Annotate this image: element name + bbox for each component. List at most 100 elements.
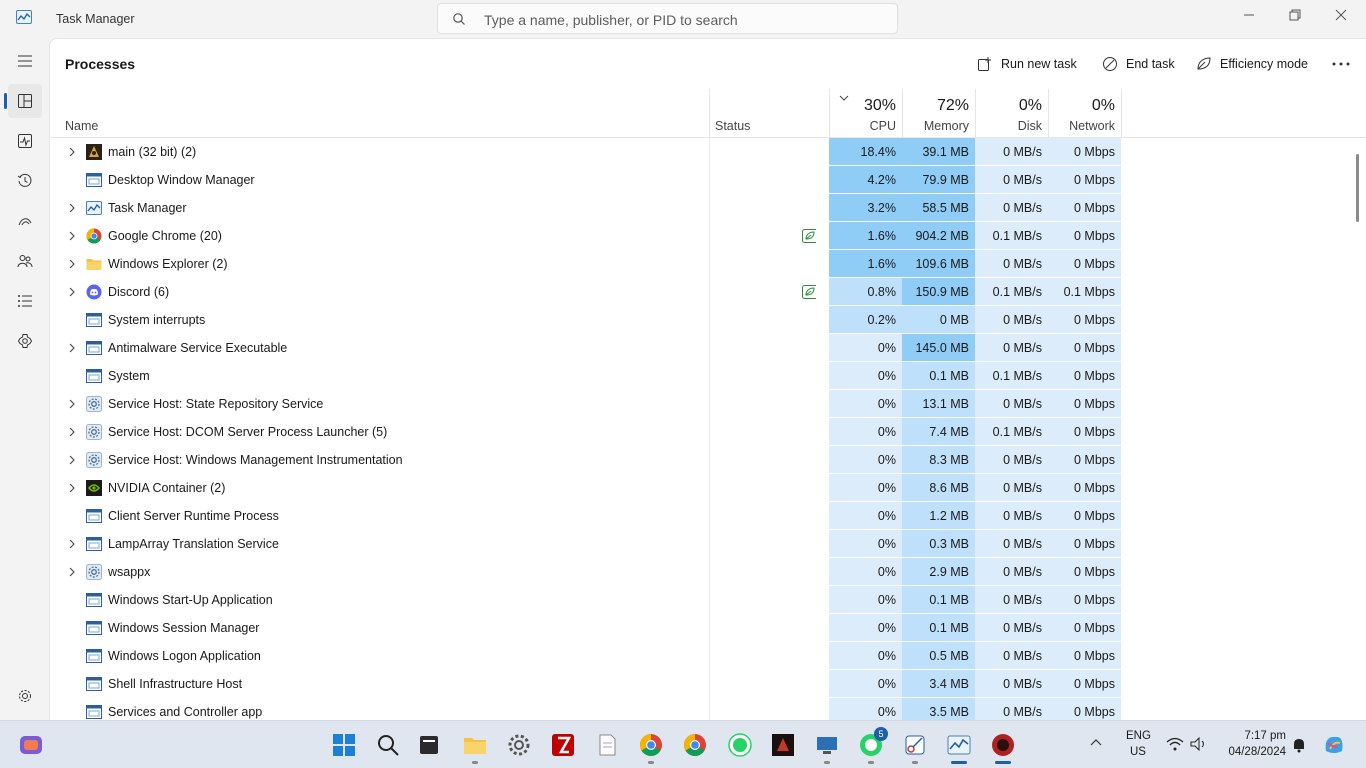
network-cell: 0 Mbps bbox=[1048, 138, 1121, 166]
table-row[interactable]: Windows Start-Up Application 0% 0.1 MB 0 MB… bbox=[50, 586, 1350, 614]
taskbar-app-chrome-profile[interactable] bbox=[682, 732, 708, 758]
copilot-icon[interactable] bbox=[1322, 733, 1346, 760]
column-divider[interactable] bbox=[1121, 89, 1122, 138]
chevron-right-icon[interactable] bbox=[67, 426, 77, 438]
table-row[interactable]: Desktop Window Manager 4.2% 79.9 MB 0 MB/s 0… bbox=[50, 166, 1350, 194]
end-task-button[interactable]: End task bbox=[1102, 54, 1175, 74]
nav-settings[interactable] bbox=[8, 679, 42, 713]
nav-startup-apps[interactable] bbox=[8, 204, 42, 238]
table-row[interactable]: Service Host: Windows Management Instrum… bbox=[50, 446, 1350, 474]
process-name: System interrupts bbox=[108, 313, 206, 327]
table-row[interactable]: LampArray Translation Service 0% 0.3 MB 0 M… bbox=[50, 530, 1350, 558]
chevron-right-icon[interactable] bbox=[67, 398, 77, 410]
taskbar-app-chrome[interactable] bbox=[638, 732, 664, 758]
taskbar-app-notepad[interactable] bbox=[594, 732, 620, 758]
game-icon bbox=[772, 734, 794, 756]
network-cell: 0 Mbps bbox=[1048, 614, 1121, 642]
language-indicator[interactable]: ENG bbox=[1126, 730, 1151, 742]
chevron-right-icon[interactable] bbox=[67, 342, 77, 354]
table-row[interactable]: Task Manager 3.2% 58.5 MB 0 MB/s 0 Mbps bbox=[50, 194, 1350, 222]
table-row[interactable]: Windows Logon Application 0% 0.5 MB 0 MB/s 0… bbox=[50, 642, 1350, 670]
column-memory[interactable]: Memory bbox=[902, 119, 969, 133]
taskbar-app-file-explorer[interactable] bbox=[462, 732, 488, 758]
column-status[interactable]: Status bbox=[715, 119, 750, 133]
taskbar-app-search[interactable] bbox=[375, 732, 401, 758]
widgets-button[interactable] bbox=[18, 732, 44, 758]
column-network[interactable]: Network bbox=[1048, 119, 1115, 133]
show-hidden-icons-button[interactable] bbox=[1090, 737, 1102, 749]
chevron-right-icon[interactable] bbox=[67, 454, 77, 466]
table-row[interactable]: Antimalware Service Executable 0% 145.0 MB… bbox=[50, 334, 1350, 362]
file-manager-icon bbox=[420, 736, 438, 754]
clock-date[interactable]: 04/28/2024 bbox=[1218, 746, 1286, 758]
notification-icon[interactable] bbox=[1291, 737, 1307, 756]
gear-icon bbox=[19, 690, 31, 702]
chevron-right-icon[interactable] bbox=[67, 146, 77, 158]
table-row[interactable]: System interrupts 0.2% 0 MB 0 MB/s 0 Mbps bbox=[50, 306, 1350, 334]
chevron-right-icon[interactable] bbox=[67, 566, 77, 578]
nav-users[interactable] bbox=[8, 244, 42, 278]
chevron-right-icon[interactable] bbox=[67, 538, 77, 550]
taskbar-app-snipping-tool[interactable] bbox=[902, 732, 928, 758]
table-row[interactable]: Service Host: State Repository Service 0%… bbox=[50, 390, 1350, 418]
chevron-right-icon[interactable] bbox=[67, 482, 77, 494]
minimize-button[interactable] bbox=[1226, 6, 1272, 26]
running-indicator bbox=[824, 761, 830, 764]
column-divider[interactable] bbox=[709, 89, 710, 138]
nav-details[interactable] bbox=[8, 284, 42, 318]
chevron-right-icon[interactable] bbox=[67, 202, 77, 214]
run-new-task-button[interactable]: Run new task bbox=[977, 54, 1077, 74]
chevron-right-icon[interactable] bbox=[67, 230, 77, 242]
table-row[interactable]: System 0% 0.1 MB 0.1 MB/s 0 Mbps bbox=[50, 362, 1350, 390]
service-gear-icon bbox=[86, 452, 102, 468]
taskbar-app-file-manager[interactable] bbox=[416, 732, 442, 758]
table-row[interactable]: Windows Explorer (2) 1.6% 109.6 MB 0 MB/s 0 … bbox=[50, 250, 1350, 278]
table-row[interactable]: NVIDIA Container (2) 0% 8.6 MB 0 MB/s 0 Mbps bbox=[50, 474, 1350, 502]
window-app-icon bbox=[86, 593, 102, 607]
clock-time[interactable]: 7:17 pm bbox=[1222, 730, 1286, 742]
taskbar-app-remote-desktop[interactable] bbox=[814, 732, 840, 758]
taskbar-app-game-launcher[interactable] bbox=[990, 732, 1016, 758]
table-row[interactable]: Discord (6) 0.8% 150.9 MB 0.1 MB/s 0.1 Mbps bbox=[50, 278, 1350, 306]
close-button[interactable] bbox=[1318, 6, 1364, 26]
column-name[interactable]: Name bbox=[65, 119, 98, 133]
taskbar-app-whatsapp[interactable] bbox=[727, 732, 753, 758]
table-row[interactable]: wsappx 0% 2.9 MB 0 MB/s 0 Mbps bbox=[50, 558, 1350, 586]
chevron-right-icon[interactable] bbox=[67, 258, 77, 270]
table-row[interactable]: Windows Session Manager 0% 0.1 MB 0 MB/s 0 M… bbox=[50, 614, 1350, 642]
vertical-scrollbar[interactable] bbox=[1356, 154, 1359, 222]
taskbar-app-filezilla[interactable] bbox=[550, 732, 576, 758]
taskbar-app-settings[interactable] bbox=[506, 732, 532, 758]
network-cell: 0 Mbps bbox=[1048, 530, 1121, 558]
volume-icon[interactable] bbox=[1190, 736, 1208, 754]
search-placeholder: Type a name, publisher, or PID to search bbox=[484, 12, 738, 28]
chevron-right-icon[interactable] bbox=[67, 286, 77, 298]
discord-icon bbox=[86, 284, 102, 300]
restore-button[interactable] bbox=[1272, 6, 1318, 26]
region-indicator[interactable]: US bbox=[1126, 746, 1150, 758]
table-row[interactable]: main (32 bit) (2) 18.4% 39.1 MB 0 MB/s 0 Mbp… bbox=[50, 138, 1350, 166]
table-row[interactable]: Google Chrome (20) 1.6% 904.2 MB 0.1 MB/s 0 … bbox=[50, 222, 1350, 250]
search-icon bbox=[378, 735, 399, 756]
taskbar-app-game[interactable] bbox=[770, 732, 796, 758]
details-icon bbox=[18, 295, 32, 307]
search-input[interactable]: Type a name, publisher, or PID to search bbox=[437, 3, 898, 34]
taskbar-app-start-windows[interactable] bbox=[331, 732, 357, 758]
efficiency-mode-button[interactable]: Efficiency mode bbox=[1196, 54, 1308, 74]
column-cpu[interactable]: CPU bbox=[829, 119, 896, 133]
nav-app-history[interactable] bbox=[8, 164, 42, 198]
hamburger-menu-button[interactable] bbox=[8, 44, 42, 78]
window-app-icon bbox=[86, 537, 102, 551]
table-row[interactable]: Service Host: DCOM Server Process Launch… bbox=[50, 418, 1350, 446]
nav-performance[interactable] bbox=[8, 124, 42, 158]
more-options-button[interactable] bbox=[1332, 54, 1358, 74]
table-row[interactable]: Client Server Runtime Process 0% 1.2 MB 0 M… bbox=[50, 502, 1350, 530]
table-row[interactable]: Shell Infrastructure Host 0% 3.4 MB 0 MB/s 0… bbox=[50, 670, 1350, 698]
column-disk[interactable]: Disk bbox=[975, 119, 1042, 133]
table-row[interactable]: Services and Controller app 0% 3.5 MB 0 MB/… bbox=[50, 698, 1350, 720]
nav-processes[interactable] bbox=[4, 84, 42, 118]
taskbar-app-task-manager[interactable] bbox=[946, 732, 972, 758]
folder-icon bbox=[86, 259, 102, 270]
nav-services[interactable] bbox=[8, 324, 42, 358]
wifi-icon[interactable] bbox=[1166, 737, 1184, 754]
